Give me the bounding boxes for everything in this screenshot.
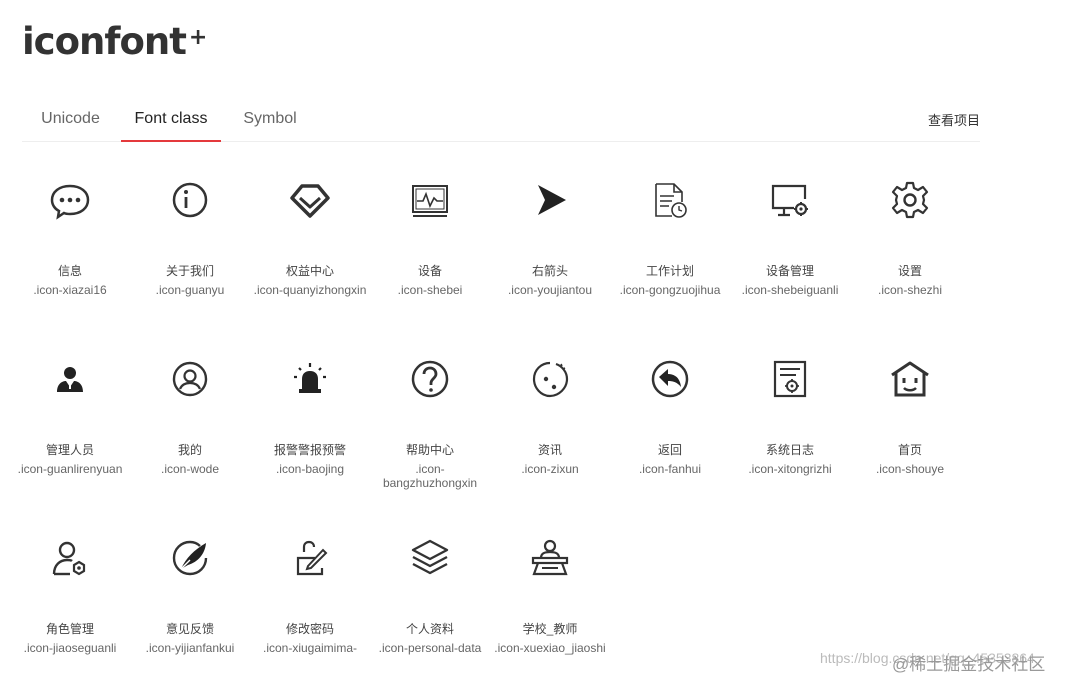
icon-code: .icon-fanhui <box>638 462 702 476</box>
back-return-icon <box>650 357 690 401</box>
icon-code: .icon-personal-data <box>378 641 482 655</box>
icon-code: .icon-shouye <box>875 462 945 476</box>
icon-card[interactable]: 设备 .icon-shebei <box>371 170 489 340</box>
icon-code: .icon-guanlirenyuan <box>17 462 123 476</box>
alarm-siren-icon <box>290 357 330 401</box>
icon-name: 帮助中心 <box>405 443 454 457</box>
tab-font-class[interactable]: Font class <box>121 100 221 142</box>
icon-name: 返回 <box>657 443 682 457</box>
icon-card[interactable]: 设置 .icon-shezhi <box>851 170 969 340</box>
icon-name: 系统日志 <box>765 443 814 457</box>
icon-name: 报警警报预警 <box>273 443 346 457</box>
icon-code: .icon-baojing <box>275 462 345 476</box>
icon-card[interactable]: 修改密码 .icon-xiugaimima- <box>251 528 369 692</box>
home-smile-icon <box>890 357 930 401</box>
icon-card[interactable]: 设备管理 .icon-shebeiguanli <box>731 170 849 340</box>
icon-code: .icon-xiugaimima- <box>262 641 358 655</box>
help-question-icon <box>410 357 450 401</box>
logo-text: iconfont <box>22 20 187 63</box>
work-plan-document-icon <box>650 178 690 222</box>
icon-name: 设置 <box>897 264 922 278</box>
info-circle-icon <box>170 178 210 222</box>
icon-code: .icon-gongzuojihua <box>619 283 721 297</box>
icon-name: 工作计划 <box>645 264 694 278</box>
icon-name: 意见反馈 <box>165 622 214 636</box>
tab-bar: Unicode Font class Symbol 查看项目 <box>22 100 980 142</box>
icon-name: 修改密码 <box>285 622 334 636</box>
icon-name: 管理人员 <box>45 443 94 457</box>
icon-name: 信息 <box>57 264 82 278</box>
icon-code: .icon-bangzhuzhongxin <box>382 462 478 490</box>
icon-card[interactable]: 个人资料 .icon-personal-data <box>371 528 489 692</box>
icon-card[interactable]: 角色管理 .icon-jiaoseguanli <box>11 528 129 692</box>
tab-unicode[interactable]: Unicode <box>22 100 119 140</box>
logo-plus: + <box>188 25 207 50</box>
teacher-podium-icon <box>530 536 570 580</box>
icon-code: .icon-xitongrizhi <box>748 462 832 476</box>
icon-name: 右箭头 <box>531 264 568 278</box>
icon-name: 关于我们 <box>165 264 214 278</box>
monitor-pulse-icon <box>410 178 450 222</box>
icon-code: .icon-wode <box>160 462 220 476</box>
icon-name: 角色管理 <box>45 622 94 636</box>
watermark-brand: @稀土掘金技术社区 <box>892 655 1046 674</box>
icon-card[interactable]: 帮助中心 .icon-bangzhuzhongxin <box>371 349 489 519</box>
user-circle-icon <box>170 357 210 401</box>
chat-bubble-icon <box>50 178 90 222</box>
icon-code: .icon-shezhi <box>877 283 943 297</box>
feedback-feather-icon <box>170 536 210 580</box>
icon-card[interactable]: 意见反馈 .icon-yijianfankui <box>131 528 249 692</box>
icon-card[interactable]: 工作计划 .icon-gongzuojihua <box>611 170 729 340</box>
icon-name: 权益中心 <box>285 264 334 278</box>
icon-code: .icon-yijianfankui <box>145 641 235 655</box>
right-arrow-icon <box>530 178 570 222</box>
icon-card[interactable]: 资讯 .icon-zixun <box>491 349 609 519</box>
icon-card[interactable]: 我的 .icon-wode <box>131 349 249 519</box>
icon-code: .icon-guanyu <box>155 283 225 297</box>
tab-symbol[interactable]: Symbol <box>229 100 311 140</box>
edit-lock-icon <box>290 536 330 580</box>
icon-card[interactable]: 关于我们 .icon-guanyu <box>131 170 249 340</box>
news-icon <box>530 357 570 401</box>
icon-card[interactable]: 右箭头 .icon-youjiantou <box>491 170 609 340</box>
icon-code: .icon-shebei <box>397 283 463 297</box>
icon-code: .icon-zixun <box>521 462 579 476</box>
icon-code: .icon-jiaoseguanli <box>23 641 117 655</box>
icon-code: .icon-quanyizhongxin <box>253 283 367 297</box>
icon-code: .icon-xuexiao_jiaoshi <box>494 641 606 655</box>
diamond-icon <box>290 178 330 222</box>
icon-card[interactable]: 权益中心 .icon-quanyizhongxin <box>251 170 369 340</box>
system-log-icon <box>770 357 810 401</box>
iconfont-logo[interactable]: iconfont + <box>22 20 207 64</box>
icon-card[interactable]: 信息 .icon-xiazai16 <box>11 170 129 340</box>
icon-card[interactable]: 学校_教师 .icon-xuexiao_jiaoshi <box>491 528 609 692</box>
icon-code: .icon-xiazai16 <box>33 283 107 297</box>
icon-name: 设备 <box>417 264 442 278</box>
page: iconfont + Unicode Font class Symbol 查看项目… <box>0 0 1072 692</box>
icon-name: 设备管理 <box>765 264 814 278</box>
device-settings-icon <box>770 178 810 222</box>
icon-card[interactable]: 首页 .icon-shouye <box>851 349 969 519</box>
icon-name: 首页 <box>897 443 922 457</box>
icon-card[interactable]: 系统日志 .icon-xitongrizhi <box>731 349 849 519</box>
icon-name: 资讯 <box>537 443 562 457</box>
gear-icon <box>890 178 930 222</box>
view-project-link[interactable]: 查看项目 <box>928 110 980 129</box>
manager-user-icon <box>50 357 90 401</box>
icon-code: .icon-shebeiguanli <box>741 283 839 297</box>
role-management-icon <box>50 536 90 580</box>
icon-code: .icon-youjiantou <box>507 283 593 297</box>
icon-name: 个人资料 <box>405 622 454 636</box>
layers-icon <box>410 536 450 580</box>
icon-name: 我的 <box>177 443 202 457</box>
icon-card[interactable]: 报警警报预警 .icon-baojing <box>251 349 369 519</box>
icon-card[interactable]: 返回 .icon-fanhui <box>611 349 729 519</box>
icon-card[interactable]: 管理人员 .icon-guanlirenyuan <box>11 349 129 519</box>
icon-name: 学校_教师 <box>522 622 578 636</box>
